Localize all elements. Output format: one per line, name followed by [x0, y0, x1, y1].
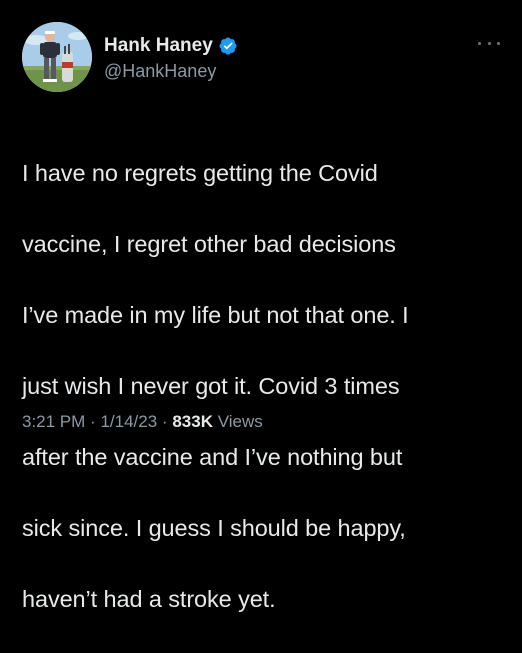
tweet-text-line: just wish I never got it. Covid 3 times — [22, 372, 400, 399]
tweet-card: Hank Haney @HankHaney I have no regrets … — [0, 0, 522, 612]
tweet-meta: 3:21 PM · 1/14/23 · 833K Views — [22, 412, 263, 432]
display-name[interactable]: Hank Haney — [104, 35, 213, 57]
avatar[interactable] — [22, 22, 92, 92]
meta-separator: · — [161, 412, 168, 431]
meta-separator: · — [90, 412, 96, 431]
tweet-time[interactable]: 3:21 PM — [22, 412, 85, 431]
tweet-text-line: I’ve made in my life but not that one. I — [22, 301, 409, 328]
author-handle[interactable]: @HankHaney — [104, 61, 238, 82]
tweet-text-line: I have no regrets getting the Covid — [22, 159, 378, 186]
tweet-text: I have no regrets getting the Covid vacc… — [22, 120, 502, 653]
more-dot — [478, 41, 481, 45]
more-dot — [487, 41, 491, 45]
tweet-text-line: haven’t had a stroke yet. — [22, 585, 276, 612]
tweet-header: Hank Haney @HankHaney — [22, 22, 500, 92]
author-names: Hank Haney @HankHaney — [104, 34, 238, 82]
avatar-image — [22, 22, 92, 92]
tweet-text-line: vaccine, I regret other bad decisions — [22, 230, 396, 257]
tweet-date[interactable]: 1/14/23 — [100, 412, 157, 431]
verified-badge-icon — [218, 36, 238, 56]
views-label: Views — [217, 412, 263, 431]
tweet-text-line: sick since. I guess I should be happy, — [22, 514, 406, 541]
views-count[interactable]: 833K — [172, 412, 213, 431]
more-options-icon[interactable] — [478, 36, 500, 50]
display-name-row: Hank Haney — [104, 34, 238, 58]
tweet-text-line: after the vaccine and I’ve nothing but — [22, 443, 403, 470]
more-dot — [497, 41, 500, 45]
